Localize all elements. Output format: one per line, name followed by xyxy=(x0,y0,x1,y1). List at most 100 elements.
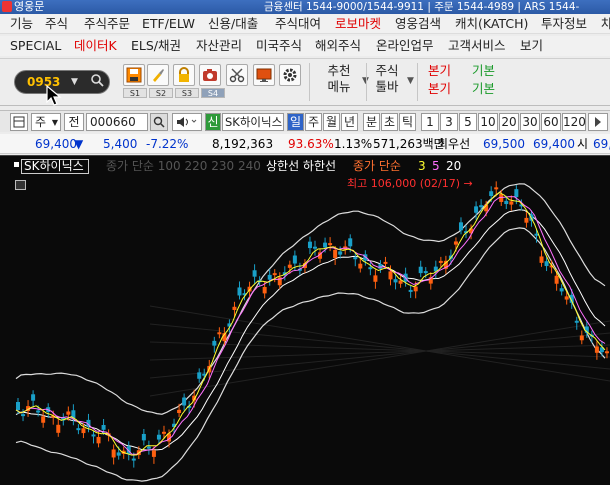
prev-button[interactable]: 전 xyxy=(64,113,84,131)
candle-body xyxy=(16,402,20,410)
period-week-tab[interactable]: 주 xyxy=(305,113,322,131)
save-icon[interactable] xyxy=(123,64,145,86)
screen-slot-s1[interactable]: S1 xyxy=(123,88,147,98)
main-menu-row1: 기능 주식 주식주문 ETF/ELW 신용/대출 주식대여 로보마켓 영웅검색 … xyxy=(0,14,610,34)
menu-stock[interactable]: 주식 xyxy=(45,14,68,34)
menu-robo-market[interactable]: 로보마켓 xyxy=(335,14,381,34)
menu-customer-service[interactable]: 고객서비스 xyxy=(448,36,506,56)
candle-body xyxy=(146,446,151,449)
period-minute-tab[interactable]: 분 xyxy=(363,113,380,131)
period-month-tab[interactable]: 월 xyxy=(323,113,340,131)
menu-stock-lending[interactable]: 주식대여 xyxy=(275,14,321,34)
trade-amount: 571,263백만 xyxy=(373,137,445,151)
candle-body xyxy=(383,261,388,264)
menu-more[interactable]: 차 xyxy=(601,14,610,34)
main-menu-row2: SPECIAL 데이터K ELS/채권 자산관리 미국주식 해외주식 온라인업무… xyxy=(0,36,610,56)
period-second-tab[interactable]: 초 xyxy=(381,113,398,131)
chart-layout-icon[interactable] xyxy=(10,113,28,131)
minute-option-60[interactable]: 60 xyxy=(541,113,561,131)
candle-body xyxy=(544,261,549,267)
monitor-icon[interactable] xyxy=(253,64,275,86)
settings-gear-icon[interactable] xyxy=(279,64,301,86)
recommend-menu-button[interactable]: 추천 메뉴 ▼ xyxy=(320,63,368,95)
market-type-select[interactable]: 주 ▼ xyxy=(31,113,61,131)
screen-slot-s2[interactable]: S2 xyxy=(149,88,173,98)
minute-option-5[interactable]: 5 xyxy=(459,113,477,131)
menu-asset-management[interactable]: 자산관리 xyxy=(196,36,242,56)
stock-code-input[interactable]: 000660 xyxy=(86,113,148,131)
menu-stock-order[interactable]: 주식주문 xyxy=(84,14,130,34)
chevron-down-icon[interactable]: ▼ xyxy=(71,77,78,87)
menu-investment-info[interactable]: 투자정보 xyxy=(541,14,587,34)
brush-icon[interactable] xyxy=(147,64,169,86)
menu-hero-search[interactable]: 영웅검색 xyxy=(395,14,441,34)
candle-body xyxy=(272,273,277,276)
basic-link-3[interactable]: 본기 xyxy=(428,81,451,97)
minute-option-1[interactable]: 1 xyxy=(421,113,439,131)
candle-body xyxy=(76,428,81,431)
candle-body xyxy=(101,424,106,430)
lock-icon[interactable] xyxy=(173,64,195,86)
menu-data-k[interactable]: 데이터K xyxy=(74,36,117,56)
candle-body xyxy=(91,434,96,437)
candle-body xyxy=(56,424,61,433)
candle-body xyxy=(161,431,166,434)
basic-link-1[interactable]: 본기 xyxy=(428,63,451,79)
menu-function[interactable]: 기능 xyxy=(10,14,33,34)
toolbar-divider xyxy=(366,63,367,101)
menu-online-service[interactable]: 온라인업무 xyxy=(376,36,434,56)
candle-body xyxy=(564,296,569,300)
search-icon[interactable] xyxy=(87,73,107,91)
screen-slot-s3[interactable]: S3 xyxy=(175,88,199,98)
open-label: 시 xyxy=(577,137,589,151)
menu-credit-loan[interactable]: 신용/대출 xyxy=(208,14,258,34)
minute-option-3[interactable]: 3 xyxy=(440,113,458,131)
period-tick-tab[interactable]: 틱 xyxy=(399,113,416,131)
sound-icon[interactable] xyxy=(172,113,202,131)
candle-body xyxy=(438,260,443,263)
candle-body xyxy=(474,206,479,213)
scissors-icon[interactable] xyxy=(226,64,248,86)
screen-code-box[interactable]: 0953 ▼ xyxy=(14,70,110,94)
candle-body xyxy=(499,193,504,202)
stock-name-field[interactable]: SK하이닉스 xyxy=(222,113,284,131)
stock-toolbar-button[interactable]: 주식 툴바 ▼ xyxy=(370,63,413,95)
candle-body xyxy=(368,267,373,270)
minute-option-30[interactable]: 30 xyxy=(520,113,540,131)
current-price: 69,400 xyxy=(35,137,77,151)
candle-body xyxy=(479,205,484,208)
candle-body xyxy=(514,189,519,198)
channel-line xyxy=(149,344,610,361)
menu-els-bond[interactable]: ELS/채권 xyxy=(131,36,181,56)
price-chart[interactable]: SK하이닉스 종가 단순 100 220 230 240 상한선 하한선 종가 … xyxy=(0,155,610,485)
basic-link-4[interactable]: 기본 xyxy=(472,81,495,97)
menu-etf-elw[interactable]: ETF/ELW xyxy=(142,14,195,34)
turnover-percent: 1.13% xyxy=(334,137,373,151)
menu-katch[interactable]: 캐치(KATCH) xyxy=(455,14,528,34)
period-year-tab[interactable]: 년 xyxy=(341,113,358,131)
candle-body xyxy=(96,436,101,444)
screen-slot-s4[interactable]: S4 xyxy=(201,88,225,98)
candle-body xyxy=(307,241,312,249)
chart-handle-icon[interactable] xyxy=(14,162,19,167)
open-price: 69, xyxy=(593,137,610,151)
grid-toggle-icon[interactable] xyxy=(15,180,26,190)
more-options-icon[interactable] xyxy=(588,113,608,131)
basic-link-2[interactable]: 기본 xyxy=(472,63,495,79)
recommend-menu-line1: 추천 xyxy=(327,63,351,78)
menu-special[interactable]: SPECIAL xyxy=(10,36,61,56)
menu-overseas-stock[interactable]: 해외주식 xyxy=(315,36,361,56)
minute-option-20[interactable]: 20 xyxy=(499,113,519,131)
chart-legend-ma-prefix: 종가 단순 xyxy=(353,159,401,173)
candle-body xyxy=(182,397,187,406)
menu-us-stock[interactable]: 미국주식 xyxy=(256,36,302,56)
minute-option-10[interactable]: 10 xyxy=(478,113,498,131)
period-day-tab[interactable]: 일 xyxy=(287,113,304,131)
menu-view[interactable]: 보기 xyxy=(520,36,543,56)
search-icon[interactable] xyxy=(150,113,168,131)
minute-option-120[interactable]: 120 xyxy=(562,113,586,131)
camera-icon[interactable] xyxy=(199,64,221,86)
volume-ratio: 93.63% xyxy=(288,137,334,151)
stock-toolbar-line1: 주식 xyxy=(375,63,399,78)
candlestick-chart-canvas[interactable] xyxy=(0,156,610,485)
